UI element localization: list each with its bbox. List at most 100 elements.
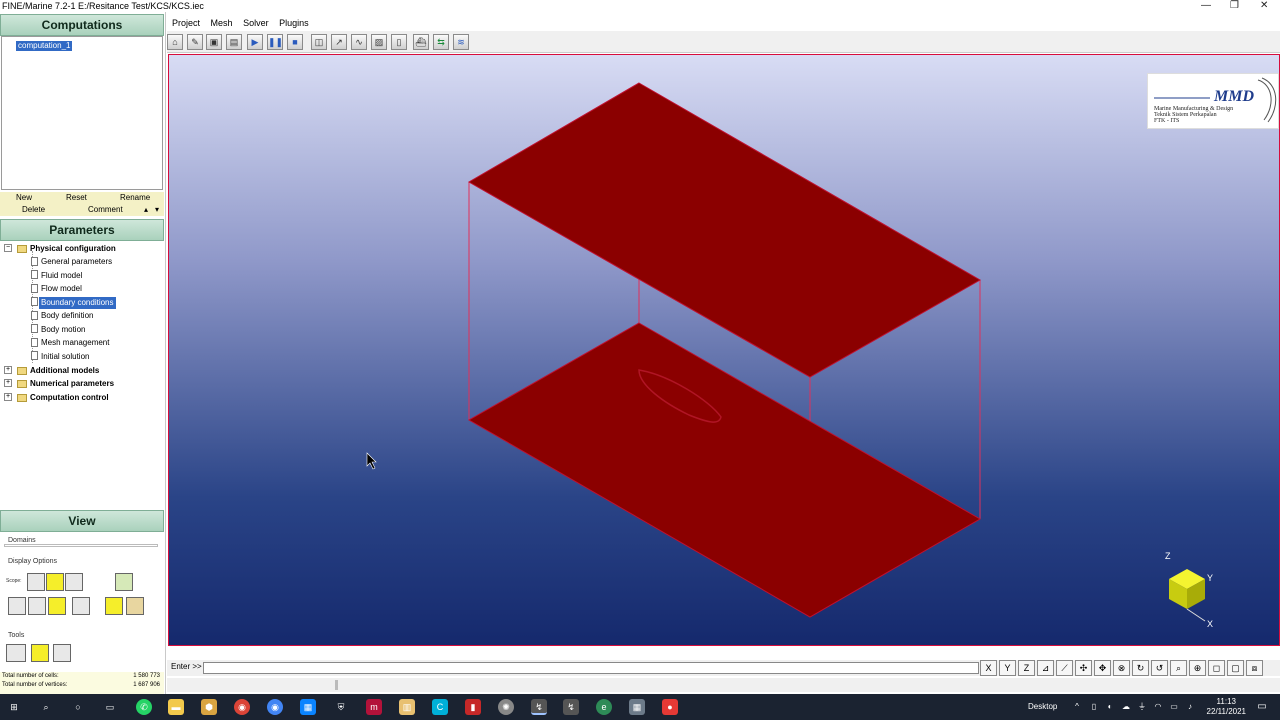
desktop-label[interactable]: Desktop [1028,702,1057,711]
tree-general-parameters[interactable]: General parameters [41,256,112,268]
cortana-icon[interactable]: ○ [70,699,86,715]
mendeley-icon[interactable]: m [366,699,382,715]
command-input[interactable] [203,662,979,674]
tree-physical-configuration[interactable]: Physical configuration [30,243,116,255]
wifi-icon[interactable]: ◠ [1152,699,1164,715]
tree-boundary-conditions[interactable]: Boundary conditions [39,297,116,309]
reset-button[interactable]: Reset [66,192,87,204]
rotate-icon[interactable]: ✣ [1075,660,1092,676]
new-button[interactable]: New [16,192,32,204]
stop-icon[interactable]: ■ [287,34,303,50]
comment-button[interactable]: Comment [88,204,123,216]
tree-fluid-model[interactable]: Fluid model [41,270,82,282]
zoom-icon[interactable]: ⌕ [1170,660,1187,676]
3d-viewport[interactable]: MMD Marine Manufacturing & Design Teknik… [168,54,1280,646]
rotate-y-icon[interactable]: ↻ [1132,660,1149,676]
pan-icon[interactable]: ✥ [1094,660,1111,676]
store-icon[interactable]: ▦ [300,699,316,715]
play-icon[interactable]: ▶ [247,34,263,50]
open-project-icon[interactable]: ⌂ [167,34,183,50]
solid-display-icon[interactable] [105,597,123,615]
menu-project[interactable]: Project [172,18,200,28]
monitor-icon[interactable]: ◫ [311,34,327,50]
calculator-icon[interactable]: ▦ [629,699,645,715]
arrows-icon[interactable]: ⇆ [433,34,449,50]
shading-display-icon[interactable] [48,597,66,615]
ruler-icon[interactable] [31,644,49,662]
texture-display-icon[interactable] [126,597,144,615]
tree-computation-control[interactable]: Computation control [30,392,109,404]
volume-icon[interactable]: ♪ [1184,699,1196,715]
curves-icon[interactable]: ∿ [351,34,367,50]
batch-icon[interactable]: ▤ [226,34,242,50]
collapse-icon[interactable]: − [4,244,12,252]
tree-body-motion[interactable]: Body motion [41,324,85,336]
save-icon[interactable]: ▣ [206,34,222,50]
menu-mesh[interactable]: Mesh [211,18,233,28]
ship-icon[interactable]: ⛴ [413,34,429,50]
hexpress-icon[interactable]: ↯ [563,699,579,715]
expand-icon[interactable]: + [4,366,12,374]
zoom-area-icon[interactable]: ⊕ [1189,660,1206,676]
iso-view-icon[interactable]: ⊿ [1037,660,1054,676]
delete-button[interactable]: Delete [22,204,45,216]
camera-icon[interactable] [6,644,26,662]
tray-app-icon[interactable]: ◐ [1104,699,1116,715]
expand-icon[interactable]: + [4,379,12,387]
tree-initial-solution[interactable]: Initial solution [41,351,89,363]
scroll-up-icon[interactable]: ▴ [144,204,148,216]
pause-icon[interactable]: ❚❚ [267,34,283,50]
fine-marine-icon[interactable]: ↯ [531,699,547,715]
app-icon[interactable]: ⬢ [201,699,217,715]
file-explorer-icon[interactable]: ▬ [168,699,184,715]
mesh-display-icon[interactable] [72,597,90,615]
rotate-x-icon[interactable]: ⊗ [1113,660,1130,676]
minimize-button[interactable]: — [1201,0,1211,12]
menu-plugins[interactable]: Plugins [279,18,309,28]
view-y-button[interactable]: Y [999,660,1016,676]
tree-additional-models[interactable]: Additional models [30,365,99,377]
perspective-icon[interactable]: ▢ [1227,660,1244,676]
plot-icon[interactable]: ▨ [371,34,387,50]
canva-icon[interactable]: C [432,699,448,715]
edge-icon[interactable]: e [596,699,612,715]
tree-flow-model[interactable]: Flow model [41,283,82,295]
task-view-icon[interactable]: ▭ [102,699,118,715]
view-x-button[interactable]: X [980,660,997,676]
fit-view-icon[interactable]: ◻ [1208,660,1225,676]
search-icon[interactable]: ⌕ [38,699,54,715]
archive-icon[interactable]: ▥ [399,699,415,715]
edit-icon[interactable]: ✎ [187,34,203,50]
edge-display-icon[interactable] [8,597,26,615]
menu-solver[interactable]: Solver [243,18,269,28]
computations-list[interactable]: computation_1 [1,36,163,190]
chrome-icon[interactable]: ◉ [234,699,250,715]
residuals-icon[interactable]: ↗ [331,34,347,50]
chrome-profile-icon[interactable]: ◉ [267,699,283,715]
view-z-button[interactable]: Z [1018,660,1035,676]
dropdown-icon[interactable]: ▾ [155,204,159,216]
scroll-thumb[interactable] [335,680,338,690]
rename-button[interactable]: Rename [120,192,150,204]
axis-view-icon[interactable]: ⟋ [1056,660,1073,676]
cube-view-icon[interactable]: ⧈ [1246,660,1263,676]
probe-icon[interactable] [53,644,71,662]
report-icon[interactable]: ▯ [391,34,407,50]
onedrive-icon[interactable]: ☁ [1120,699,1132,715]
media-icon[interactable]: ✺ [498,699,514,715]
tree-mesh-management[interactable]: Mesh management [41,337,109,349]
security-icon[interactable]: ⛨ [333,699,349,715]
horizontal-scrollbar[interactable] [167,678,1280,692]
usb-icon[interactable]: ⏚ [1136,699,1148,715]
restore-button[interactable]: ❐ [1230,0,1239,12]
scope-cube-icon[interactable] [27,573,45,591]
system-clock[interactable]: 11:13 22/11/2021 [1207,697,1246,717]
tree-body-definition[interactable]: Body definition [41,310,93,322]
line-display-icon[interactable] [28,597,46,615]
tree-numerical-parameters[interactable]: Numerical parameters [30,378,114,390]
domains-group[interactable] [4,544,158,547]
grid-cube-icon[interactable] [115,573,133,591]
tray-chevron-icon[interactable]: ^ [1072,699,1082,715]
whatsapp-icon[interactable]: ✆ [136,699,152,715]
scope-all-icon[interactable] [65,573,83,591]
